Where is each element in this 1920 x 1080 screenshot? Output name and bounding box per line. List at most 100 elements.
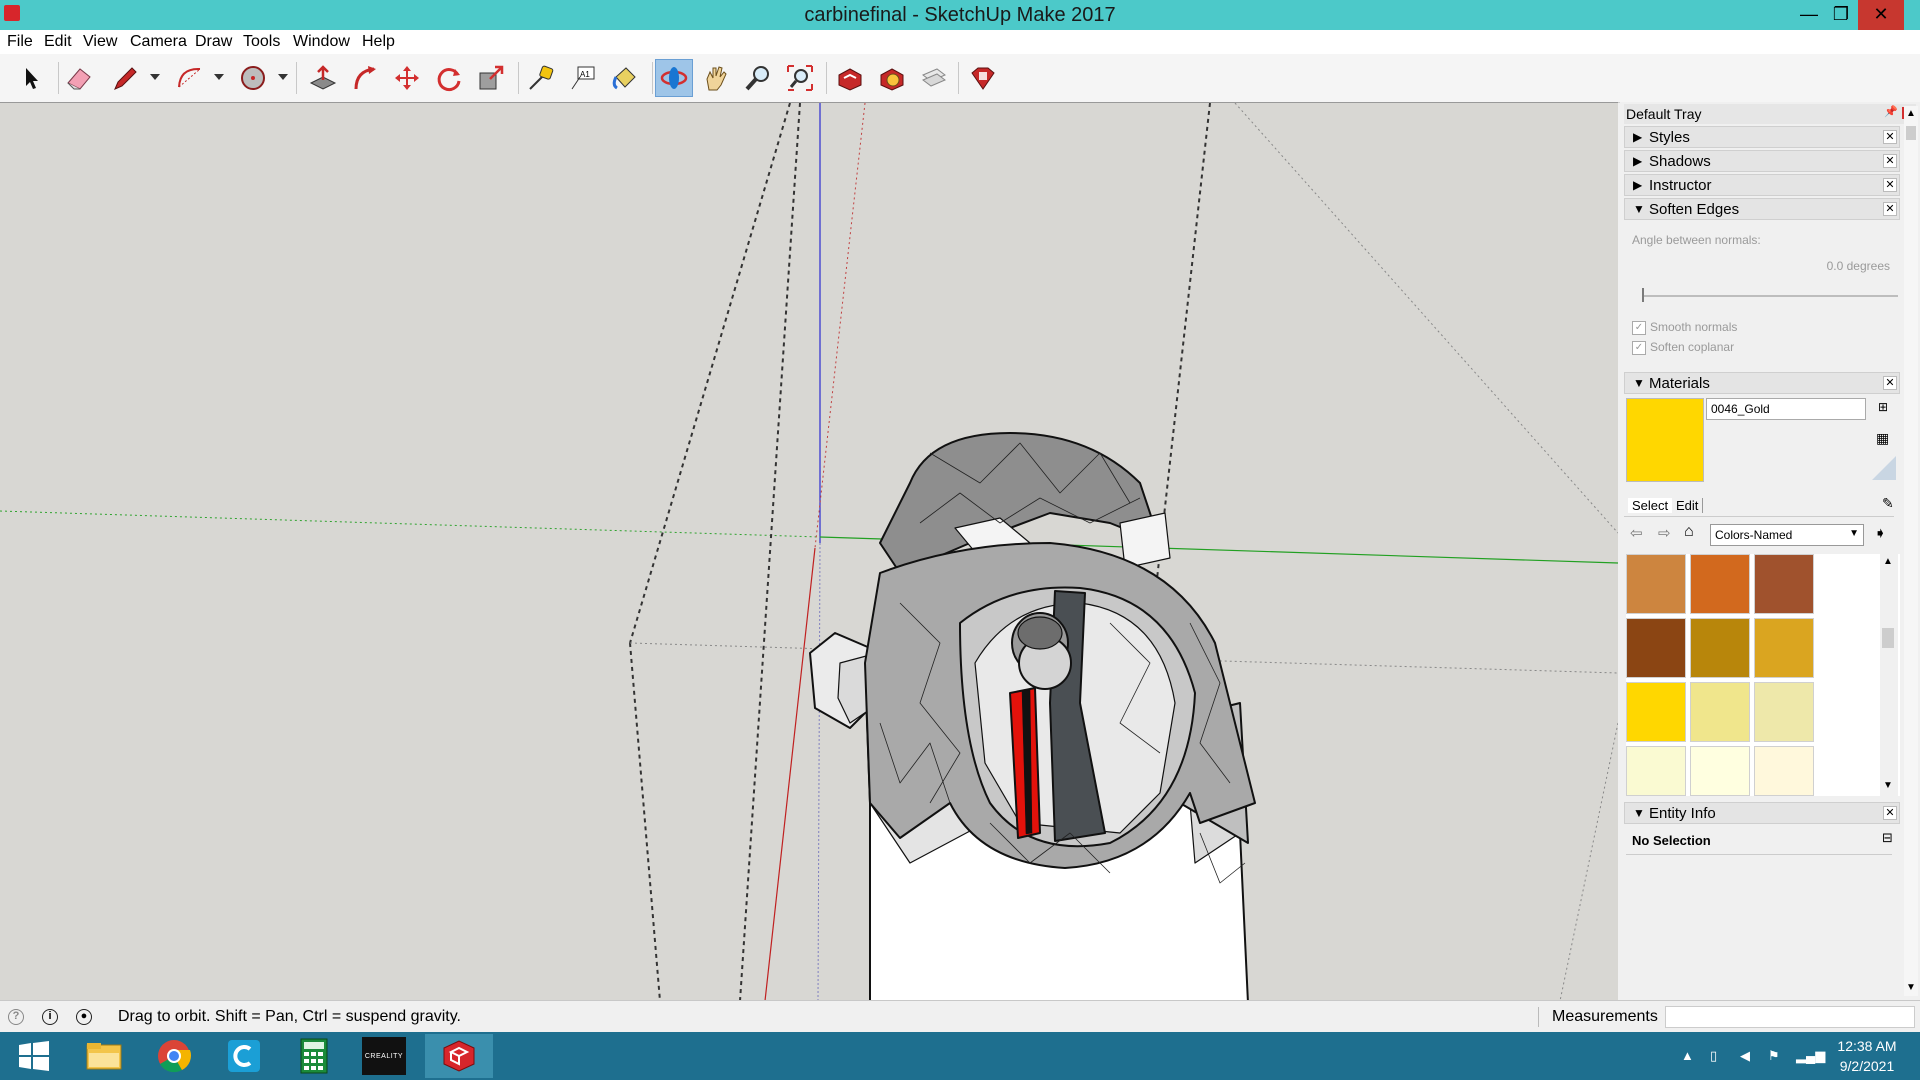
swatch-scrollbar[interactable]: ▲ ▼: [1880, 554, 1898, 796]
scroll-down-icon[interactable]: ▼: [1906, 982, 1916, 993]
tape-measure-icon[interactable]: [522, 59, 560, 97]
scroll-up-icon[interactable]: ▲: [1883, 556, 1893, 567]
library-select[interactable]: Colors-Named ▼: [1710, 524, 1864, 546]
color-swatch[interactable]: [1754, 554, 1814, 614]
network-icon[interactable]: ▂▄▆: [1796, 1048, 1825, 1064]
entity-details-icon[interactable]: ⊟: [1882, 830, 1893, 846]
panel-close-icon[interactable]: ✕: [1883, 806, 1897, 820]
menu-help[interactable]: Help: [362, 33, 395, 51]
text-icon[interactable]: A1: [564, 59, 602, 97]
zoom-icon[interactable]: [739, 59, 777, 97]
paint-bucket-icon[interactable]: [606, 59, 644, 97]
close-button[interactable]: ✕: [1858, 0, 1904, 30]
material-preview[interactable]: [1626, 398, 1704, 482]
scroll-up-icon[interactable]: ▲: [1906, 108, 1916, 119]
3d-warehouse-icon[interactable]: [831, 59, 869, 97]
color-swatch[interactable]: [1754, 618, 1814, 678]
color-swatch[interactable]: [1754, 746, 1814, 796]
panel-shadows[interactable]: ▶ Shadows ✕: [1624, 150, 1900, 172]
menu-draw[interactable]: Draw: [195, 33, 232, 51]
soften-coplanar-checkbox[interactable]: ✓: [1632, 341, 1646, 355]
model-viewport[interactable]: [0, 102, 1618, 1001]
color-swatch[interactable]: [1626, 746, 1686, 796]
home-icon[interactable]: ⌂: [1684, 523, 1694, 541]
measurements-input[interactable]: [1665, 1006, 1915, 1028]
sample-paint-icon[interactable]: [1872, 456, 1896, 480]
chevron-down-icon[interactable]: [278, 74, 288, 80]
windows-start-icon[interactable]: [0, 1034, 68, 1078]
smooth-normals-checkbox[interactable]: ✓: [1632, 321, 1646, 335]
panel-entity-info[interactable]: ▼ Entity Info ✕: [1624, 802, 1900, 824]
tab-edit[interactable]: Edit: [1672, 498, 1704, 513]
color-swatch[interactable]: [1690, 746, 1750, 796]
eyedropper-icon[interactable]: ✎: [1882, 495, 1894, 512]
file-explorer-icon[interactable]: [70, 1034, 138, 1078]
color-swatch[interactable]: [1626, 554, 1686, 614]
pan-icon[interactable]: [697, 59, 735, 97]
tab-select[interactable]: Select: [1628, 498, 1673, 513]
model-canvas[interactable]: [0, 103, 1618, 1001]
sketchup-icon[interactable]: [425, 1034, 493, 1078]
display-secondary-icon[interactable]: ▦: [1876, 430, 1896, 448]
back-icon[interactable]: ⇦: [1630, 524, 1643, 542]
color-swatch[interactable]: [1690, 682, 1750, 742]
move-icon[interactable]: [388, 59, 426, 97]
chrome-icon[interactable]: [140, 1034, 208, 1078]
scroll-down-icon[interactable]: ▼: [1883, 780, 1893, 791]
color-swatch[interactable]: [1690, 554, 1750, 614]
scale-icon[interactable]: [472, 59, 510, 97]
follow-me-icon[interactable]: [346, 59, 384, 97]
scroll-thumb[interactable]: [1906, 126, 1916, 140]
panel-close-icon[interactable]: ✕: [1883, 130, 1897, 144]
panel-close-icon[interactable]: ✕: [1883, 202, 1897, 216]
create-material-icon[interactable]: ⊞: [1878, 400, 1892, 416]
menu-tools[interactable]: Tools: [243, 33, 280, 51]
material-name-input[interactable]: [1706, 398, 1866, 420]
layout-icon[interactable]: [915, 59, 953, 97]
circle-shape-icon[interactable]: [234, 59, 272, 97]
creality-icon[interactable]: CREALITY: [350, 1034, 418, 1078]
panel-materials[interactable]: ▼ Materials ✕: [1624, 372, 1900, 394]
select-icon[interactable]: [12, 59, 50, 97]
color-swatch[interactable]: [1626, 682, 1686, 742]
credits-icon[interactable]: i: [42, 1009, 58, 1025]
panel-instructor[interactable]: ▶ Instructor ✕: [1624, 174, 1900, 196]
menu-camera[interactable]: Camera: [130, 33, 187, 51]
pin-icon[interactable]: 📌: [1884, 105, 1898, 118]
panel-close-icon[interactable]: ✕: [1883, 154, 1897, 168]
device-icon[interactable]: ▯: [1710, 1048, 1717, 1064]
forward-icon[interactable]: ⇨: [1658, 524, 1671, 542]
menu-file[interactable]: File: [7, 33, 33, 51]
panel-close-icon[interactable]: ✕: [1883, 376, 1897, 390]
color-swatch[interactable]: [1626, 618, 1686, 678]
action-center-icon[interactable]: ⚑: [1768, 1048, 1780, 1064]
calculator-icon[interactable]: [280, 1034, 348, 1078]
angle-slider-track[interactable]: [1642, 295, 1898, 297]
pencil-line-icon[interactable]: [106, 59, 144, 97]
extension-warehouse-icon[interactable]: [873, 59, 911, 97]
chevron-down-icon[interactable]: [214, 74, 224, 80]
clock[interactable]: 12:38 AM 9/2/2021: [1822, 1036, 1912, 1076]
menu-edit[interactable]: Edit: [44, 33, 72, 51]
tray-scrollbar[interactable]: ▲ ▼: [1904, 106, 1918, 996]
panel-close-icon[interactable]: ✕: [1883, 178, 1897, 192]
panel-styles[interactable]: ▶ Styles ✕: [1624, 126, 1900, 148]
show-hidden-icons[interactable]: ▲: [1681, 1048, 1694, 1063]
rotate-icon[interactable]: [430, 59, 468, 97]
user-icon[interactable]: ●: [76, 1009, 92, 1025]
geolocation-icon[interactable]: ?: [8, 1009, 24, 1025]
extension-manager-icon[interactable]: [964, 59, 1002, 97]
menu-view[interactable]: View: [83, 33, 117, 51]
volume-icon[interactable]: ◀: [1740, 1048, 1750, 1064]
eraser-icon[interactable]: [60, 59, 98, 97]
orbit-icon[interactable]: [655, 59, 693, 97]
chevron-down-icon[interactable]: [150, 74, 160, 80]
ccleaner-icon[interactable]: [210, 1034, 278, 1078]
zoom-extents-icon[interactable]: [781, 59, 819, 97]
panel-soften-edges[interactable]: ▼ Soften Edges ✕: [1624, 198, 1900, 220]
menu-window[interactable]: Window: [293, 33, 350, 51]
push-pull-icon[interactable]: [304, 59, 342, 97]
color-swatch[interactable]: [1754, 682, 1814, 742]
color-swatch[interactable]: [1690, 618, 1750, 678]
arc-icon[interactable]: [170, 59, 208, 97]
